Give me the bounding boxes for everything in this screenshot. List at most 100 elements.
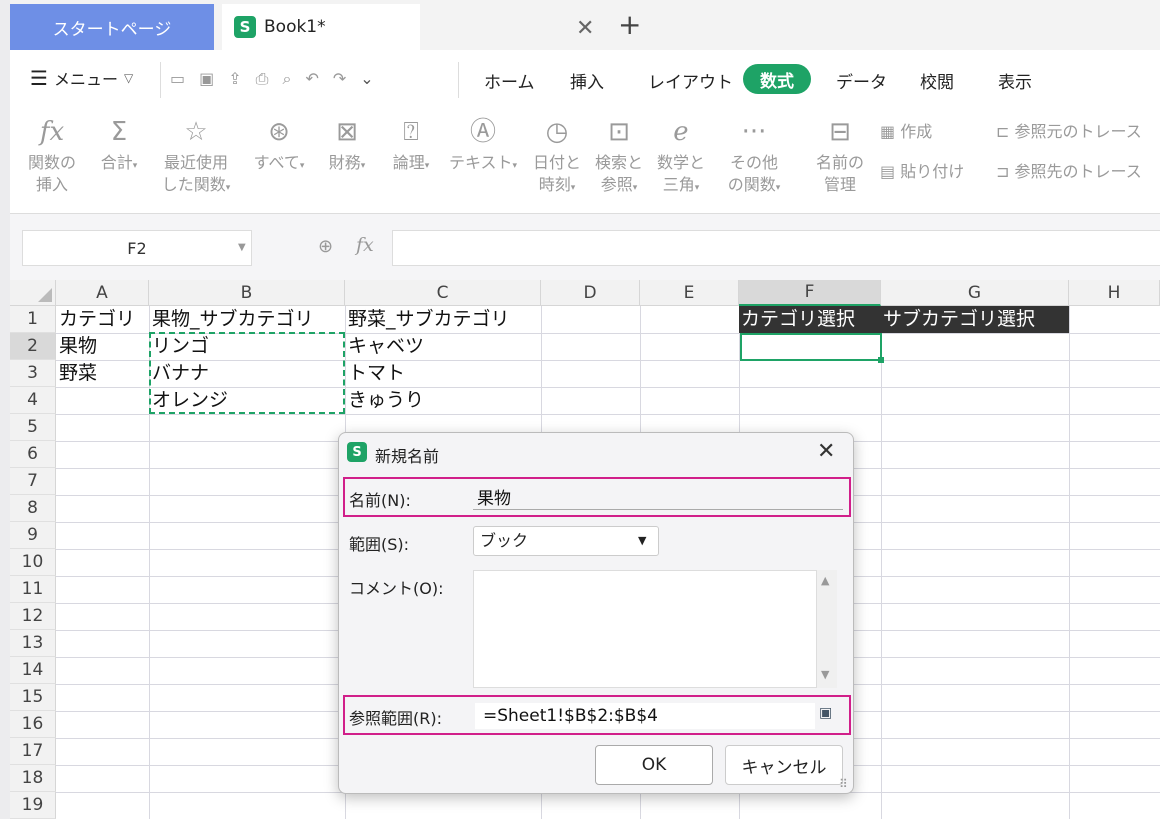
zoom-search-icon[interactable]: ⊕ — [318, 236, 333, 257]
row-header-6[interactable]: 6 — [10, 441, 56, 468]
range-select-icon[interactable]: ▣ — [819, 705, 841, 725]
add-tab-icon[interactable]: + — [618, 8, 641, 41]
reference-field[interactable] — [475, 703, 815, 729]
row-header-13[interactable]: 13 — [10, 630, 56, 657]
active-cell-f2[interactable] — [740, 333, 882, 361]
menu-button[interactable]: ☰ メニュー ▽ — [30, 66, 133, 90]
name-field[interactable] — [473, 484, 843, 510]
export-icon[interactable]: ⇪ — [228, 69, 241, 89]
cell-a1[interactable]: カテゴリ — [57, 306, 135, 333]
logical-button[interactable]: ⍰ 論理▾ — [384, 112, 438, 177]
tab-book1[interactable]: S Book1* ✕ — [222, 4, 594, 50]
text-a-icon: Ⓐ — [469, 117, 496, 147]
insert-function-button[interactable]: fx 関数の 挿入 — [26, 112, 78, 196]
tab-data[interactable]: データ — [836, 68, 887, 93]
scroll-up-icon[interactable]: ▲ — [821, 574, 829, 587]
column-header-h[interactable]: H — [1069, 280, 1160, 306]
row-header-16[interactable]: 16 — [10, 711, 56, 738]
undo-icon[interactable]: ↶ — [305, 69, 318, 89]
tab-home[interactable]: ホーム — [484, 68, 535, 93]
row-header-15[interactable]: 15 — [10, 684, 56, 711]
customize-toolbar-icon[interactable]: ⌄ — [360, 69, 373, 89]
chevron-down-icon[interactable]: ▼ — [238, 242, 246, 253]
column-header-c[interactable]: C — [345, 280, 541, 306]
cancel-button[interactable]: キャンセル — [725, 745, 843, 785]
menu-row: ☰ メニュー ▽ ▭ ▣ ⇪ ⎙ ⌕ ↶ ↷ ⌄ ホーム 挿入 レイアウト 数式… — [10, 56, 1160, 102]
row-header-1[interactable]: 1 — [10, 306, 56, 333]
cell-f1[interactable]: カテゴリ選択 — [739, 306, 881, 333]
tab-insert[interactable]: 挿入 — [570, 68, 604, 93]
column-header-b[interactable]: B — [149, 280, 345, 306]
create-name-button[interactable]: ▦ 作成 — [880, 118, 932, 142]
row-header-8[interactable]: 8 — [10, 495, 56, 522]
save-icon[interactable]: ▣ — [199, 69, 214, 89]
resize-grip-icon[interactable]: ⠿ — [839, 777, 848, 791]
dialog-title-bar[interactable]: S 新規名前 ✕ — [339, 433, 853, 473]
column-header-a[interactable]: A — [56, 280, 149, 306]
row-header-18[interactable]: 18 — [10, 765, 56, 792]
paste-name-button[interactable]: ▤ 貼り付け — [880, 158, 964, 182]
row-header-10[interactable]: 10 — [10, 549, 56, 576]
row-header-5[interactable]: 5 — [10, 414, 56, 441]
comment-field[interactable] — [473, 570, 817, 688]
name-manager-button[interactable]: ⊟ 名前の 管理 — [810, 112, 870, 196]
recent-functions-button[interactable]: ☆ 最近使用 した関数▾ — [156, 112, 236, 199]
tab-bar: スタートページ S Book1* ✕ + — [10, 0, 1160, 50]
tab-view[interactable]: 表示 — [998, 68, 1032, 93]
formula-input[interactable] — [392, 230, 1160, 266]
row-header-2[interactable]: 2 — [10, 333, 56, 360]
scroll-down-icon[interactable]: ▼ — [821, 668, 829, 681]
tab-formulas[interactable]: 数式 — [743, 64, 811, 94]
cell-c1[interactable]: 野菜_サブカテゴリ — [346, 306, 510, 333]
row-header-19[interactable]: 19 — [10, 792, 56, 819]
open-folder-icon[interactable]: ▭ — [170, 69, 185, 89]
cell-c3[interactable]: トマト — [346, 360, 405, 387]
trace-precedents-button[interactable]: ⊏ 参照元のトレース — [996, 118, 1142, 142]
tab-start-page[interactable]: スタートページ — [10, 4, 214, 50]
close-icon[interactable]: ✕ — [817, 439, 835, 464]
close-tab-icon[interactable]: ✕ — [576, 16, 594, 41]
financial-button[interactable]: ⊠ 財務▾ — [320, 112, 374, 177]
cell-c2[interactable]: キャベツ — [346, 333, 424, 360]
cell-g1[interactable]: サブカテゴリ選択 — [881, 306, 1069, 333]
column-header-f[interactable]: F — [739, 280, 881, 306]
column-header-e[interactable]: E — [640, 280, 739, 306]
row-header-9[interactable]: 9 — [10, 522, 56, 549]
print-icon[interactable]: ⎙ — [256, 69, 269, 89]
tab-review[interactable]: 校閲 — [920, 68, 954, 93]
row-header-7[interactable]: 7 — [10, 468, 56, 495]
lookup-button[interactable]: ⊡ 検索と 参照▾ — [592, 112, 646, 199]
trace-dependents-button[interactable]: ⊐ 参照先のトレース — [996, 158, 1142, 182]
ok-button[interactable]: OK — [595, 745, 713, 785]
fill-handle[interactable] — [878, 357, 884, 363]
row-header-3[interactable]: 3 — [10, 360, 56, 387]
cell-c4[interactable]: きゅうり — [346, 387, 424, 414]
cell-a3[interactable]: 野菜 — [57, 360, 97, 387]
name-box[interactable]: F2 — [22, 230, 252, 266]
sum-button[interactable]: Σ 合計▾ — [92, 112, 146, 177]
row-header-17[interactable]: 17 — [10, 738, 56, 765]
row-header-12[interactable]: 12 — [10, 603, 56, 630]
row-header-4[interactable]: 4 — [10, 387, 56, 414]
column-header-g[interactable]: G — [881, 280, 1069, 306]
datetime-button[interactable]: ◷ 日付と 時刻▾ — [530, 112, 584, 199]
tab-layout[interactable]: レイアウト — [648, 68, 733, 93]
all-functions-button[interactable]: ⊛ すべて▾ — [248, 112, 310, 177]
hamburger-icon: ☰ — [30, 66, 48, 90]
cell-a2[interactable]: 果物 — [57, 333, 97, 360]
more-functions-button[interactable]: ··· その他 の関数▾ — [718, 112, 790, 199]
redo-icon[interactable]: ↷ — [333, 69, 346, 89]
math-button[interactable]: ℯ 数学と 三角▾ — [654, 112, 708, 199]
print-preview-icon[interactable]: ⌕ — [282, 69, 291, 89]
text-functions-button[interactable]: Ⓐ テキスト▾ — [446, 112, 520, 177]
comment-scrollbar[interactable]: ▲ ▼ — [817, 570, 837, 688]
row-header-11[interactable]: 11 — [10, 576, 56, 603]
scope-select[interactable]: ブック ▼ — [473, 526, 659, 556]
dropdown-arrow-icon: ▼ — [638, 534, 647, 547]
select-all-corner[interactable] — [10, 280, 56, 306]
fx-icon[interactable]: fx — [356, 234, 374, 256]
select-all-icon — [38, 288, 52, 302]
row-header-14[interactable]: 14 — [10, 657, 56, 684]
cell-b1[interactable]: 果物_サブカテゴリ — [150, 306, 314, 333]
column-header-d[interactable]: D — [541, 280, 640, 306]
